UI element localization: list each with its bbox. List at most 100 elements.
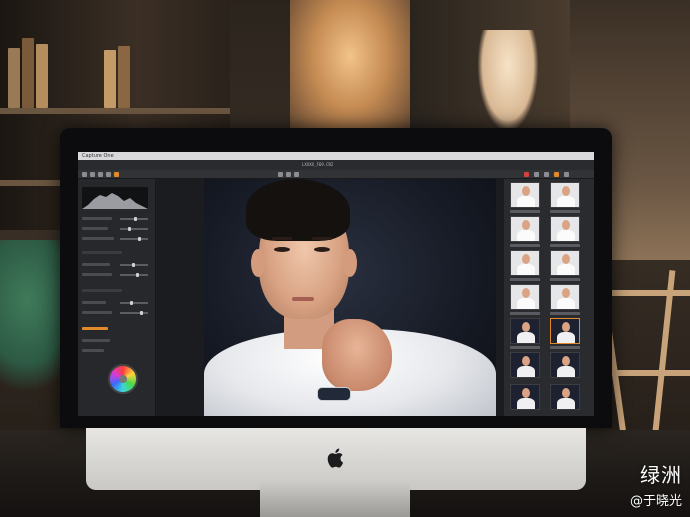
tool-label bbox=[82, 339, 110, 342]
wristwatch bbox=[317, 387, 351, 401]
document-title: LXXXX_F69.CR2 bbox=[302, 162, 334, 167]
tool-label bbox=[82, 273, 112, 276]
image-viewer[interactable] bbox=[157, 179, 504, 416]
thumbnail-label bbox=[510, 346, 540, 349]
thumbnail[interactable] bbox=[550, 216, 580, 242]
thumbnail[interactable] bbox=[550, 384, 580, 410]
thumbnail-label bbox=[510, 210, 540, 213]
tool-label bbox=[82, 217, 112, 220]
thumbnail-label bbox=[550, 312, 580, 315]
thumbnail-label bbox=[550, 278, 580, 281]
rotate-icon[interactable] bbox=[294, 172, 299, 177]
eyebrow bbox=[312, 237, 332, 240]
crop-icon[interactable] bbox=[286, 172, 291, 177]
slider-knob[interactable] bbox=[132, 263, 135, 267]
watermark-logo: 绿洲 bbox=[640, 463, 682, 487]
slider-knob[interactable] bbox=[130, 301, 133, 305]
thumbnail-label bbox=[550, 210, 580, 213]
hair bbox=[246, 179, 350, 241]
library-icon[interactable] bbox=[82, 172, 87, 177]
thumbnail-browser bbox=[504, 179, 594, 416]
record-icon[interactable] bbox=[524, 172, 529, 177]
imac-monitor: Capture One LXXXX_F69.CR2 bbox=[60, 128, 612, 490]
slider-track[interactable] bbox=[120, 274, 148, 276]
screen: Capture One LXXXX_F69.CR2 bbox=[78, 152, 594, 416]
thumbnail[interactable] bbox=[550, 250, 580, 276]
tool-label bbox=[82, 227, 108, 230]
shelf-board bbox=[0, 108, 230, 114]
capture-icon[interactable] bbox=[90, 172, 95, 177]
section-header[interactable] bbox=[82, 251, 122, 254]
thumbnail[interactable] bbox=[510, 216, 540, 242]
histogram bbox=[82, 187, 148, 209]
thumbnail-label bbox=[510, 244, 540, 247]
slider-knob[interactable] bbox=[128, 227, 131, 231]
edit-icon[interactable] bbox=[554, 172, 559, 177]
portrait-photo[interactable] bbox=[204, 179, 496, 416]
lens-icon[interactable] bbox=[98, 172, 103, 177]
thumbnail[interactable] bbox=[550, 284, 580, 310]
wooden-easel bbox=[597, 260, 690, 450]
grid-view-icon[interactable] bbox=[534, 172, 539, 177]
slider-track[interactable] bbox=[120, 238, 148, 240]
lit-wall bbox=[290, 0, 410, 140]
color-icon[interactable] bbox=[106, 172, 111, 177]
thumbnail[interactable] bbox=[550, 352, 580, 378]
thumbnail-selected[interactable] bbox=[550, 318, 580, 344]
toolbar bbox=[78, 170, 594, 179]
ear bbox=[251, 249, 265, 277]
thumbnail[interactable] bbox=[510, 318, 540, 344]
slider-knob[interactable] bbox=[134, 217, 137, 221]
tool-label bbox=[82, 311, 112, 314]
book bbox=[22, 38, 34, 108]
thumbnail[interactable] bbox=[510, 352, 540, 378]
eye bbox=[274, 247, 290, 252]
apple-logo-icon bbox=[327, 448, 344, 468]
book bbox=[118, 46, 130, 108]
color-balance-wheel[interactable] bbox=[108, 364, 138, 394]
cursor-icon[interactable] bbox=[278, 172, 283, 177]
monitor-stand bbox=[260, 480, 410, 517]
thumbnail[interactable] bbox=[510, 384, 540, 410]
tools-panel bbox=[78, 179, 156, 416]
slider-track[interactable] bbox=[120, 228, 148, 230]
watermark: 绿洲 @于晓光 bbox=[630, 459, 682, 509]
tool-label bbox=[82, 237, 114, 240]
thumbnail[interactable] bbox=[510, 182, 540, 208]
eye bbox=[314, 247, 330, 252]
tool-label bbox=[82, 263, 110, 266]
thumbnail-label bbox=[510, 312, 540, 315]
photo-scene: Capture One LXXXX_F69.CR2 绿洲 @于晓光 bbox=[0, 0, 690, 517]
mouth bbox=[292, 297, 314, 301]
slider-knob[interactable] bbox=[140, 311, 143, 315]
search-icon[interactable] bbox=[564, 172, 569, 177]
menu-bar: Capture One bbox=[78, 152, 594, 160]
section-header[interactable] bbox=[82, 289, 122, 292]
thumbnail-label bbox=[550, 346, 580, 349]
thumbnail[interactable] bbox=[510, 284, 540, 310]
list-view-icon[interactable] bbox=[544, 172, 549, 177]
slider-knob[interactable] bbox=[138, 237, 141, 241]
thumbnail[interactable] bbox=[550, 182, 580, 208]
app-name[interactable]: Capture One bbox=[82, 153, 114, 159]
monitor-bezel: Capture One LXXXX_F69.CR2 bbox=[60, 128, 612, 428]
ear bbox=[343, 249, 357, 277]
thumbnail[interactable] bbox=[510, 250, 540, 276]
hand bbox=[322, 319, 392, 391]
tool-label bbox=[82, 301, 106, 304]
title-bar: LXXXX_F69.CR2 bbox=[78, 160, 594, 170]
eyebrow bbox=[272, 237, 292, 240]
exposure-icon[interactable] bbox=[114, 172, 119, 177]
thumbnail-label bbox=[550, 244, 580, 247]
book bbox=[104, 50, 116, 108]
book bbox=[8, 48, 20, 108]
mannequin bbox=[478, 30, 538, 130]
book bbox=[36, 44, 48, 108]
thumbnail-label bbox=[510, 278, 540, 281]
tool-label bbox=[82, 349, 104, 352]
slider-knob[interactable] bbox=[136, 273, 139, 277]
active-tool-tab[interactable] bbox=[82, 327, 108, 330]
slider-track[interactable] bbox=[120, 302, 148, 304]
slider-track[interactable] bbox=[120, 312, 148, 314]
watermark-username: @于晓光 bbox=[629, 494, 682, 509]
